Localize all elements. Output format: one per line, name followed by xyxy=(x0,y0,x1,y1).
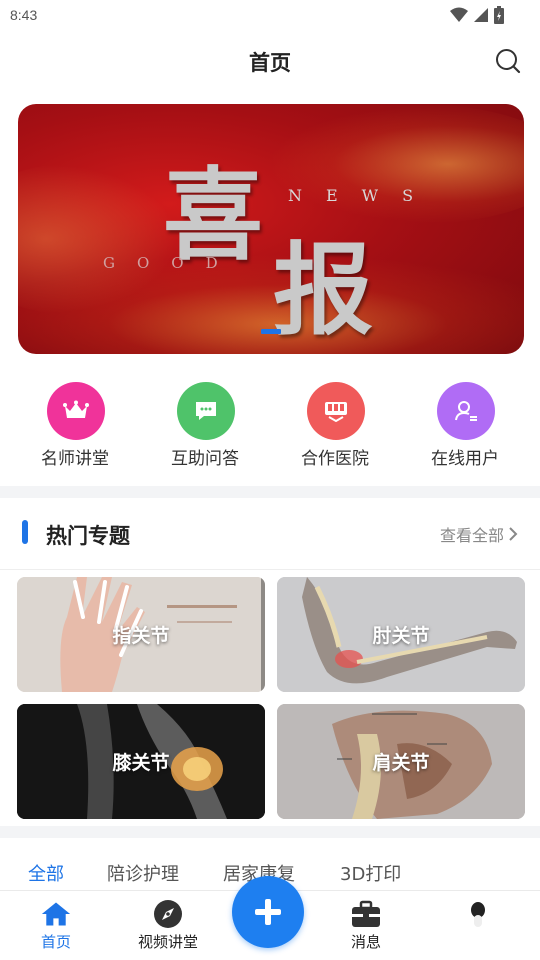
quick-link-label: 互助问答 xyxy=(171,449,239,469)
quick-link-icon-bg xyxy=(437,382,495,440)
section-title: 热门专题 xyxy=(46,524,130,548)
hospital-icon xyxy=(325,402,347,422)
view-all-label: 查看全部 xyxy=(439,526,504,545)
topic-card-label: 膝关节 xyxy=(112,752,170,774)
quick-link-icon-bg xyxy=(177,382,235,440)
nav-profile[interactable] xyxy=(433,899,523,931)
topic-card-label: 指关节 xyxy=(112,625,170,647)
banner-good-text: GOOD xyxy=(103,254,240,272)
status-time: 8:43 xyxy=(10,7,38,23)
nav-label: 消息 xyxy=(350,933,381,951)
quick-link-famous-teachers[interactable]: 名师讲堂 xyxy=(10,378,140,478)
quick-link-icon-bg xyxy=(307,382,365,440)
quick-link-label: 名师讲堂 xyxy=(41,449,109,469)
section-divider xyxy=(0,826,540,838)
topic-card-elbow-joint[interactable]: 肘关节 xyxy=(277,577,525,692)
topic-card-label: 肩关节 xyxy=(372,752,430,774)
compass-icon xyxy=(153,899,183,929)
crown-icon xyxy=(63,400,89,418)
section-divider xyxy=(0,486,540,498)
tab-all[interactable]: 全部 xyxy=(28,860,64,886)
app-header: 首页 xyxy=(0,32,540,90)
page-title: 首页 xyxy=(249,51,291,75)
profile-icon xyxy=(463,899,493,929)
chevron-right-icon xyxy=(509,527,518,541)
quick-link-partner-hospitals[interactable]: 合作医院 xyxy=(270,378,400,478)
status-icons xyxy=(450,6,504,24)
create-post-button[interactable] xyxy=(232,876,304,948)
quick-link-online-users[interactable]: 在线用户 xyxy=(400,378,530,478)
search-button[interactable] xyxy=(494,47,522,75)
battery-icon xyxy=(494,6,504,24)
user-list-icon xyxy=(455,401,477,421)
nav-label: 视频讲堂 xyxy=(137,933,198,951)
quick-link-label: 合作医院 xyxy=(301,449,369,469)
topic-card-finger-joint[interactable]: 指关节 xyxy=(17,577,265,692)
banner-glow xyxy=(18,254,524,354)
quick-link-mutual-qa[interactable]: 互助问答 xyxy=(140,378,270,478)
nav-label: 首页 xyxy=(40,933,71,951)
banner-news-text: NEWS xyxy=(288,186,438,205)
topic-card-label: 肘关节 xyxy=(372,625,430,647)
hot-topics-header: 热门专题 查看全部 xyxy=(0,498,540,570)
view-all-link[interactable]: 查看全部 xyxy=(440,522,518,546)
promo-banner[interactable]: 喜 NEWS GOOD 报 xyxy=(18,104,524,354)
tab-3d-printing[interactable]: 3D打印 xyxy=(340,860,401,886)
nav-home[interactable]: 首页 xyxy=(11,899,101,952)
briefcase-icon xyxy=(351,899,381,929)
nav-messages[interactable]: 消息 xyxy=(321,899,411,952)
chat-bubble-icon xyxy=(196,402,216,420)
banner-title-char: 报 xyxy=(273,231,373,349)
topic-card-knee-joint[interactable]: 膝关节 xyxy=(17,704,265,819)
home-icon xyxy=(41,899,71,929)
plus-icon xyxy=(255,899,281,925)
quick-links: 名师讲堂 互助问答 合作医院 在线用户 xyxy=(0,378,540,478)
signal-icon xyxy=(474,8,488,22)
section-accent-bar xyxy=(22,520,28,544)
banner-page-indicator xyxy=(261,329,281,334)
nav-video-lectures[interactable]: 视频讲堂 xyxy=(123,899,213,952)
status-bar: 8:43 xyxy=(0,0,540,32)
quick-link-icon-bg xyxy=(47,382,105,440)
topic-card-shoulder-joint[interactable]: 肩关节 xyxy=(277,704,525,819)
quick-link-label: 在线用户 xyxy=(431,449,499,469)
wifi-icon xyxy=(450,7,468,22)
search-icon xyxy=(496,49,521,74)
tab-escort-care[interactable]: 陪诊护理 xyxy=(107,860,179,886)
banner-glow xyxy=(268,104,524,224)
